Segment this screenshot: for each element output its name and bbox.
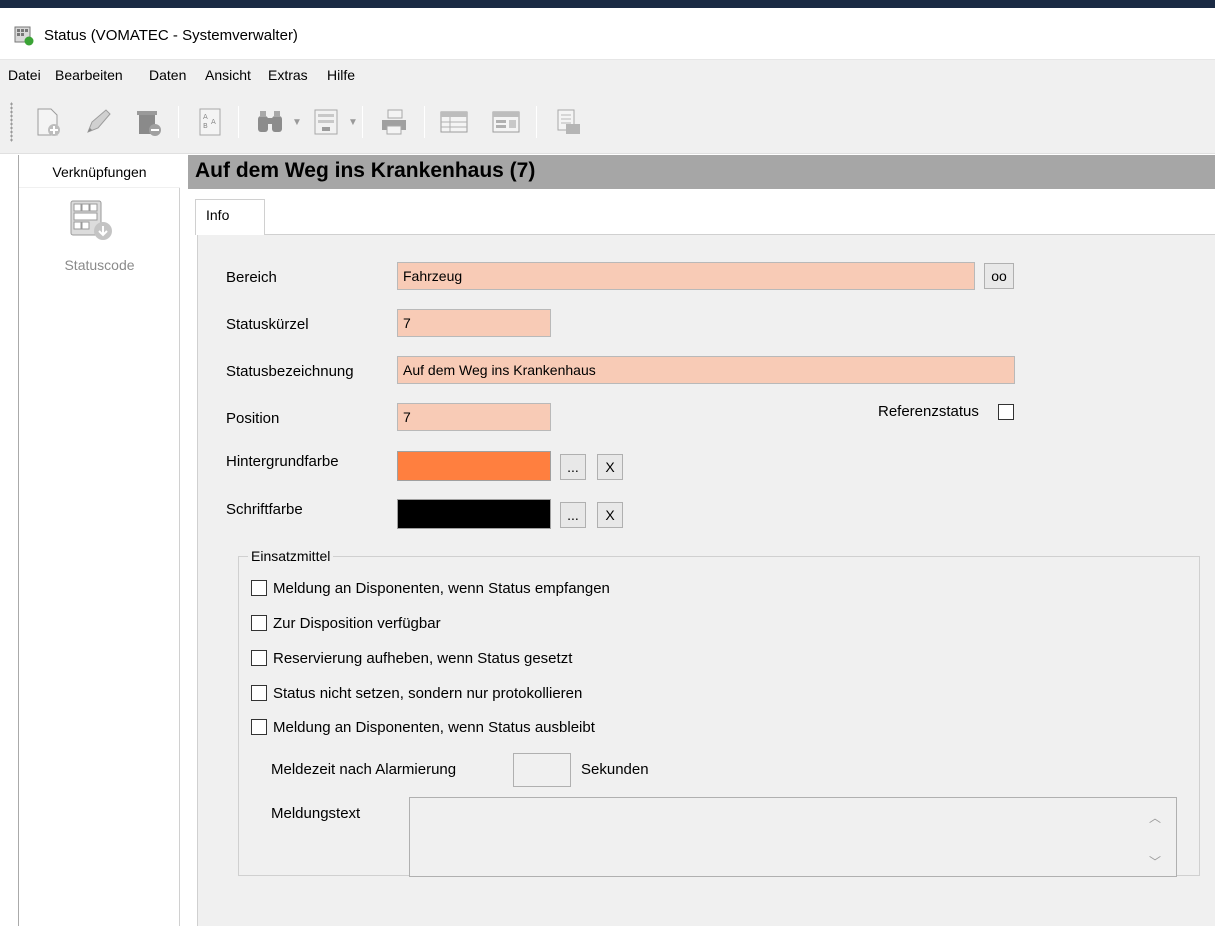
info-tab-panel: Bereich Fahrzeug oo Statuskürzel 7 Statu… — [197, 234, 1215, 926]
einsatzmittel-group: Einsatzmittel Meldung an Disponenten, we… — [238, 548, 1200, 877]
menu-daten[interactable]: Daten — [149, 67, 186, 83]
window-top-border — [0, 0, 1215, 8]
record-header: Auf dem Weg ins Krankenhaus (7) — [188, 155, 1215, 189]
referenzstatus-label: Referenzstatus — [878, 403, 979, 420]
checkbox-row[interactable]: Meldung an Disponenten, wenn Status ausb… — [251, 717, 595, 737]
svg-text:B: B — [203, 122, 208, 130]
meldungstext-label: Meldungstext — [271, 805, 361, 822]
nur-protokollieren-label[interactable]: Status nicht setzen, sondern nur protoko… — [273, 685, 582, 702]
meldung-ausbleibt-label[interactable]: Meldung an Disponenten, wenn Status ausb… — [273, 719, 595, 736]
toolbar-separator — [178, 106, 179, 138]
meldungstext-textarea[interactable] — [409, 797, 1177, 877]
edit-pencil-icon[interactable] — [78, 102, 118, 142]
toolbar-separator — [362, 106, 363, 138]
toolbar: ABA ▼ ▼ — [0, 90, 1215, 154]
menu-ansicht[interactable]: Ansicht — [205, 67, 251, 83]
checkbox-row[interactable]: Reservierung aufheben, wenn Status geset… — [251, 648, 572, 668]
nur-protokollieren-checkbox[interactable] — [251, 685, 267, 701]
shortcuts-sidebar: Verknüpfungen Statuscode — [18, 155, 180, 926]
meldung-ausbleibt-checkbox[interactable] — [251, 719, 267, 735]
schriftfarbe-swatch[interactable] — [397, 499, 551, 529]
meldezeit-label: Meldezeit nach Alarmierung — [271, 761, 457, 778]
disposition-verfuegbar-checkbox[interactable] — [251, 615, 267, 631]
statuskuerzel-field[interactable]: 7 — [397, 309, 551, 337]
new-record-icon[interactable] — [28, 102, 68, 142]
sort-az-icon[interactable]: ABA — [190, 102, 230, 142]
hintergrundfarbe-label: Hintergrundfarbe — [226, 453, 339, 470]
menu-bearbeiten[interactable]: Bearbeiten — [55, 67, 123, 83]
disposition-verfuegbar-label[interactable]: Zur Disposition verfügbar — [273, 615, 441, 632]
meldung-empfangen-checkbox[interactable] — [251, 580, 267, 596]
bereich-field[interactable]: Fahrzeug — [397, 262, 975, 290]
bereich-label: Bereich — [226, 269, 277, 286]
meldung-empfangen-label[interactable]: Meldung an Disponenten, wenn Status empf… — [273, 580, 610, 597]
svg-text:A: A — [203, 113, 208, 121]
form-view-icon[interactable] — [486, 102, 526, 142]
reservierung-aufheben-label[interactable]: Reservierung aufheben, wenn Status geset… — [273, 650, 572, 667]
menu-extras[interactable]: Extras — [268, 67, 308, 83]
checkbox-row[interactable]: Zur Disposition verfügbar — [251, 613, 441, 633]
main-content: Auf dem Weg ins Krankenhaus (7) Info Ber… — [188, 155, 1215, 926]
sidebar-header[interactable]: Verknüpfungen — [19, 155, 180, 188]
chevron-down-icon[interactable]: ▼ — [292, 117, 302, 128]
menu-datei[interactable]: Datei — [8, 67, 41, 83]
page-title: Auf dem Weg ins Krankenhaus (7) — [195, 159, 536, 182]
statuskuerzel-label: Statuskürzel — [226, 316, 309, 333]
scroll-down-icon[interactable]: ﹀ — [1149, 853, 1189, 870]
window-title: Status (VOMATEC - Systemverwalter) — [44, 27, 298, 44]
print-icon[interactable] — [374, 102, 414, 142]
statusbezeichnung-label: Statusbezeichnung — [226, 363, 354, 380]
bereich-lookup-button[interactable]: oo — [984, 263, 1014, 289]
app-icon — [14, 26, 34, 46]
sekunden-unit-label: Sekunden — [581, 761, 649, 778]
sidebar-item-statuscode[interactable]: Statuscode — [19, 257, 180, 273]
tab-info[interactable]: Info — [195, 199, 265, 235]
chevron-down-icon[interactable]: ▼ — [348, 117, 358, 128]
hintergrundfarbe-swatch[interactable] — [397, 451, 551, 481]
checkbox-row[interactable]: Status nicht setzen, sondern nur protoko… — [251, 683, 582, 703]
statuscode-icon[interactable] — [69, 199, 115, 243]
checkbox-row[interactable]: Meldung an Disponenten, wenn Status empf… — [251, 578, 610, 598]
menu-hilfe[interactable]: Hilfe — [327, 67, 355, 83]
title-bar: Status (VOMATEC - Systemverwalter) — [0, 8, 1215, 60]
hintergrundfarbe-pick-button[interactable]: ... — [560, 454, 586, 480]
table-view-icon[interactable] — [434, 102, 474, 142]
list-export-icon[interactable] — [548, 102, 588, 142]
delete-record-icon[interactable] — [128, 102, 168, 142]
menu-bar: Datei Bearbeiten Daten Ansicht Extras Hi… — [0, 60, 1215, 90]
toolbar-grip[interactable] — [10, 102, 13, 142]
toolbar-separator — [238, 106, 239, 138]
schriftfarbe-clear-button[interactable]: X — [597, 502, 623, 528]
position-label: Position — [226, 410, 280, 427]
filter-form-icon[interactable] — [306, 102, 346, 142]
schriftfarbe-label: Schriftfarbe — [226, 501, 303, 518]
binoculars-search-icon[interactable] — [250, 102, 290, 142]
meldezeit-input[interactable] — [513, 753, 571, 787]
einsatzmittel-legend: Einsatzmittel — [248, 548, 334, 564]
schriftfarbe-pick-button[interactable]: ... — [560, 502, 586, 528]
scroll-up-icon[interactable]: ︿ — [1149, 809, 1189, 826]
hintergrundfarbe-clear-button[interactable]: X — [597, 454, 623, 480]
toolbar-separator — [536, 106, 537, 138]
reservierung-aufheben-checkbox[interactable] — [251, 650, 267, 666]
position-field[interactable]: 7 — [397, 403, 551, 431]
statusbezeichnung-field[interactable]: Auf dem Weg ins Krankenhaus — [397, 356, 1015, 384]
referenzstatus-checkbox[interactable] — [998, 404, 1014, 420]
svg-text:A: A — [211, 118, 216, 126]
toolbar-separator — [424, 106, 425, 138]
